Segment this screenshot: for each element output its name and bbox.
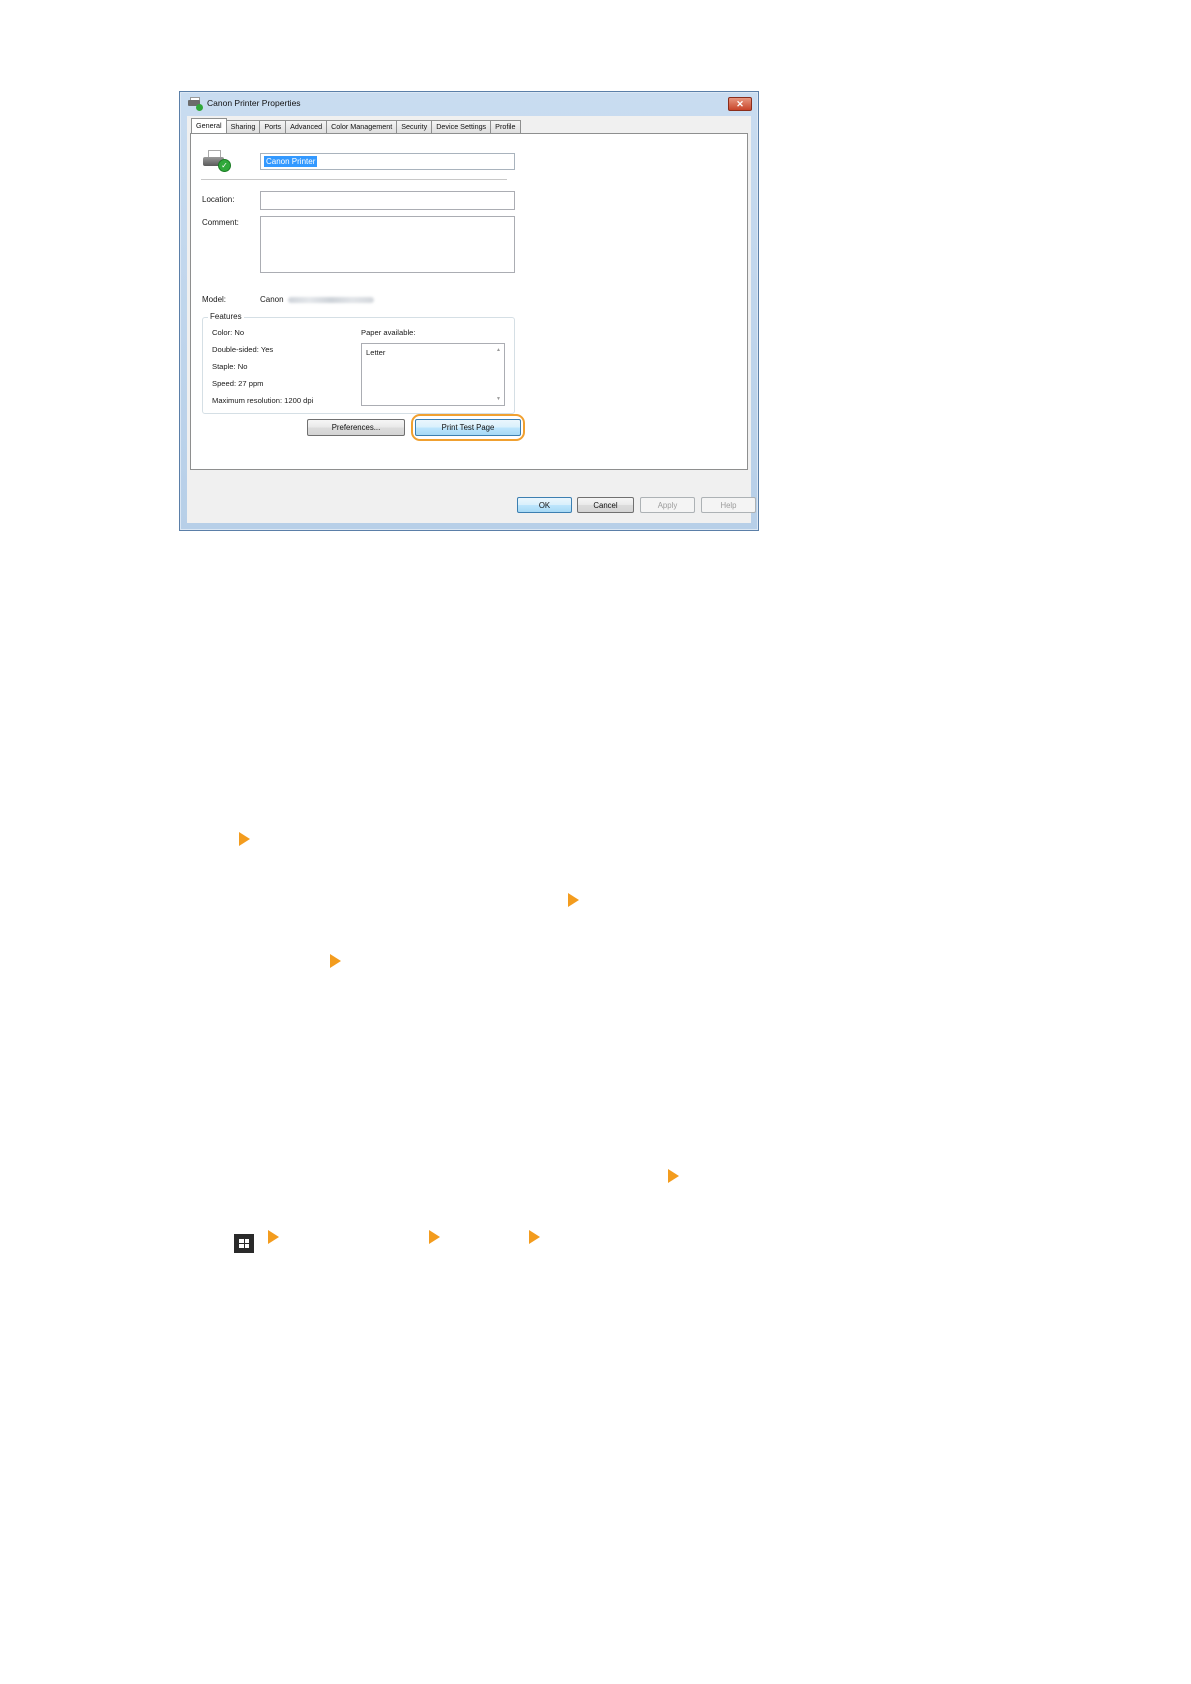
orange-arrow-icon — [529, 1230, 540, 1244]
comment-textarea[interactable] — [260, 216, 515, 273]
model-label: Model: — [202, 295, 227, 304]
close-icon: ✕ — [736, 98, 744, 109]
tab-device-settings[interactable]: Device Settings — [431, 120, 492, 133]
list-scrollbar[interactable]: ▲ ▼ — [493, 344, 504, 405]
orange-arrow-icon — [568, 893, 579, 907]
printer-name-input[interactable]: Canon Printer — [260, 153, 515, 170]
tab-advanced[interactable]: Advanced — [285, 120, 328, 133]
printer-with-check-icon: ✓ — [203, 150, 231, 172]
feature-double-sided: Double-sided: Yes — [212, 345, 274, 354]
model-value: Canon — [260, 295, 374, 304]
tab-color-management[interactable]: Color Management — [326, 120, 398, 133]
features-group: Features Color: No Double-sided: Yes Sta… — [202, 312, 515, 414]
windows-start-icon — [234, 1234, 254, 1253]
feature-speed: Speed: 27 ppm — [212, 379, 264, 388]
paper-available-list[interactable]: Letter ▲ ▼ — [361, 343, 505, 406]
general-tab-page: ✓ Canon Printer Location: Comment: Model… — [190, 133, 748, 470]
tab-general[interactable]: General — [191, 118, 227, 133]
feature-staple: Staple: No — [212, 362, 248, 371]
model-name-redacted — [287, 296, 374, 303]
orange-arrow-icon — [239, 832, 250, 846]
ok-button[interactable]: OK — [517, 497, 572, 513]
close-button[interactable]: ✕ — [728, 97, 752, 111]
tab-ports[interactable]: Ports — [259, 120, 287, 133]
list-item[interactable]: Letter — [366, 348, 385, 357]
location-label: Location: — [202, 195, 235, 204]
paper-available-label: Paper available: — [361, 328, 416, 337]
help-button[interactable]: Help — [701, 497, 756, 513]
tab-strip: General Sharing Ports Advanced Color Man… — [191, 118, 521, 133]
printer-name-selected-text: Canon Printer — [264, 156, 318, 167]
separator — [201, 179, 507, 180]
tab-profile[interactable]: Profile — [490, 120, 521, 133]
printer-properties-dialog: Canon Printer Properties ✕ General Shari… — [179, 91, 759, 531]
orange-arrow-icon — [668, 1169, 679, 1183]
orange-arrow-icon — [330, 954, 341, 968]
scroll-up-icon[interactable]: ▲ — [496, 347, 501, 353]
scroll-down-icon[interactable]: ▼ — [496, 396, 501, 402]
feature-max-resolution: Maximum resolution: 1200 dpi — [212, 396, 314, 405]
window-title: Canon Printer Properties — [207, 98, 301, 108]
location-input[interactable] — [260, 191, 515, 210]
cancel-button[interactable]: Cancel — [577, 497, 634, 513]
orange-arrow-icon — [268, 1230, 279, 1244]
preferences-button[interactable]: Preferences... — [307, 419, 405, 436]
dialog-client: General Sharing Ports Advanced Color Man… — [187, 116, 756, 523]
orange-arrow-icon — [429, 1230, 440, 1244]
comment-label: Comment: — [202, 218, 239, 227]
feature-color: Color: No — [212, 328, 245, 337]
apply-button[interactable]: Apply — [640, 497, 695, 513]
highlight-ring — [411, 414, 525, 441]
tab-sharing[interactable]: Sharing — [225, 120, 261, 133]
title-bar[interactable]: Canon Printer Properties ✕ — [180, 92, 758, 114]
tab-security[interactable]: Security — [396, 120, 433, 133]
features-legend: Features — [208, 312, 244, 321]
printer-icon — [187, 97, 203, 111]
